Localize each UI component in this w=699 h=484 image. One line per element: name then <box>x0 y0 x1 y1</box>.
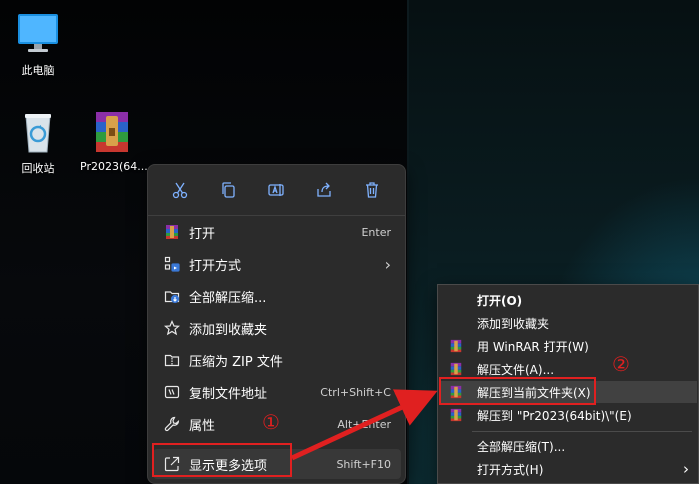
annotation-arrow <box>290 389 438 461</box>
